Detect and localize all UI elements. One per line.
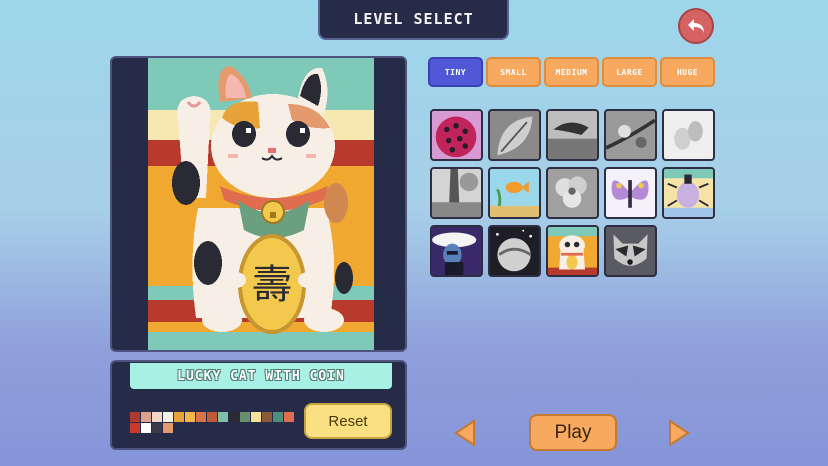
palette-swatch <box>163 423 173 433</box>
palette-swatch <box>262 412 272 422</box>
tab-medium[interactable]: MEDIUM <box>544 57 599 87</box>
level-tile-strawberry[interactable] <box>430 109 483 161</box>
level-tile-butterfly[interactable] <box>604 167 657 219</box>
tab-huge[interactable]: HUGE <box>660 57 715 87</box>
palette-swatch <box>130 423 140 433</box>
triangle-left-icon[interactable] <box>454 419 476 447</box>
palette-swatch <box>273 412 283 422</box>
palette-swatch <box>152 412 162 422</box>
play-button[interactable]: Play <box>529 414 617 451</box>
level-tile-leaf[interactable] <box>488 109 541 161</box>
palette-swatch <box>240 412 250 422</box>
palette-swatch <box>218 412 228 422</box>
back-arrow-icon <box>688 19 704 33</box>
level-tile-lady-with-hat[interactable] <box>430 225 483 277</box>
level-tile-bird[interactable] <box>546 109 599 161</box>
palette-swatch <box>185 412 195 422</box>
tab-huge-label: HUGE <box>676 67 699 77</box>
color-palette <box>130 412 294 433</box>
palette-swatch <box>152 423 162 433</box>
palette-swatch <box>141 423 151 433</box>
level-info-panel: LUCKY CAT WITH COIN Reset <box>110 360 407 450</box>
size-tabs: TINY SMALL MEDIUM LARGE HUGE <box>428 57 715 87</box>
level-tile-beetle[interactable] <box>662 167 715 219</box>
level-tile-goldfish-bowl[interactable] <box>488 167 541 219</box>
palette-swatch <box>141 412 151 422</box>
level-tile-moon-night[interactable] <box>488 225 541 277</box>
palette-swatch <box>207 412 217 422</box>
tab-tiny-label: TINY <box>444 67 467 77</box>
level-tile-raccoon[interactable] <box>604 225 657 277</box>
level-tile-pears[interactable] <box>662 109 715 161</box>
level-name-banner: LUCKY CAT WITH COIN <box>130 363 392 389</box>
back-button[interactable] <box>678 8 714 44</box>
level-tile-flower-branch[interactable] <box>604 109 657 161</box>
palette-swatch <box>229 412 239 422</box>
reset-button-label: Reset <box>328 412 368 430</box>
coin-glyph: 壽 <box>252 262 292 308</box>
tab-large[interactable]: LARGE <box>602 57 657 87</box>
level-name: LUCKY CAT WITH COIN <box>177 368 345 384</box>
palette-swatch <box>130 412 140 422</box>
level-tile-lucky-cat[interactable] <box>546 225 599 277</box>
tab-small[interactable]: SMALL <box>486 57 541 87</box>
palette-swatch <box>196 412 206 422</box>
tab-small-label: SMALL <box>500 67 527 77</box>
preview-panel: 壽 <box>110 56 407 352</box>
lucky-cat-preview-image: 壽 <box>148 58 374 350</box>
level-tile-tree-rocks[interactable] <box>430 167 483 219</box>
palette-swatch <box>163 412 173 422</box>
tab-tiny[interactable]: TINY <box>428 57 483 87</box>
tab-large-label: LARGE <box>616 67 643 77</box>
page-title-bar: LEVEL SELECT <box>318 0 509 40</box>
play-button-label: Play <box>554 421 592 443</box>
triangle-right-icon[interactable] <box>668 419 690 447</box>
level-grid <box>430 109 715 277</box>
tab-medium-label: MEDIUM <box>555 67 588 77</box>
palette-swatch <box>284 412 294 422</box>
page-title: LEVEL SELECT <box>353 10 474 28</box>
reset-button[interactable]: Reset <box>304 403 392 439</box>
palette-swatch <box>174 412 184 422</box>
palette-swatch <box>251 412 261 422</box>
level-tile-hibiscus[interactable] <box>546 167 599 219</box>
